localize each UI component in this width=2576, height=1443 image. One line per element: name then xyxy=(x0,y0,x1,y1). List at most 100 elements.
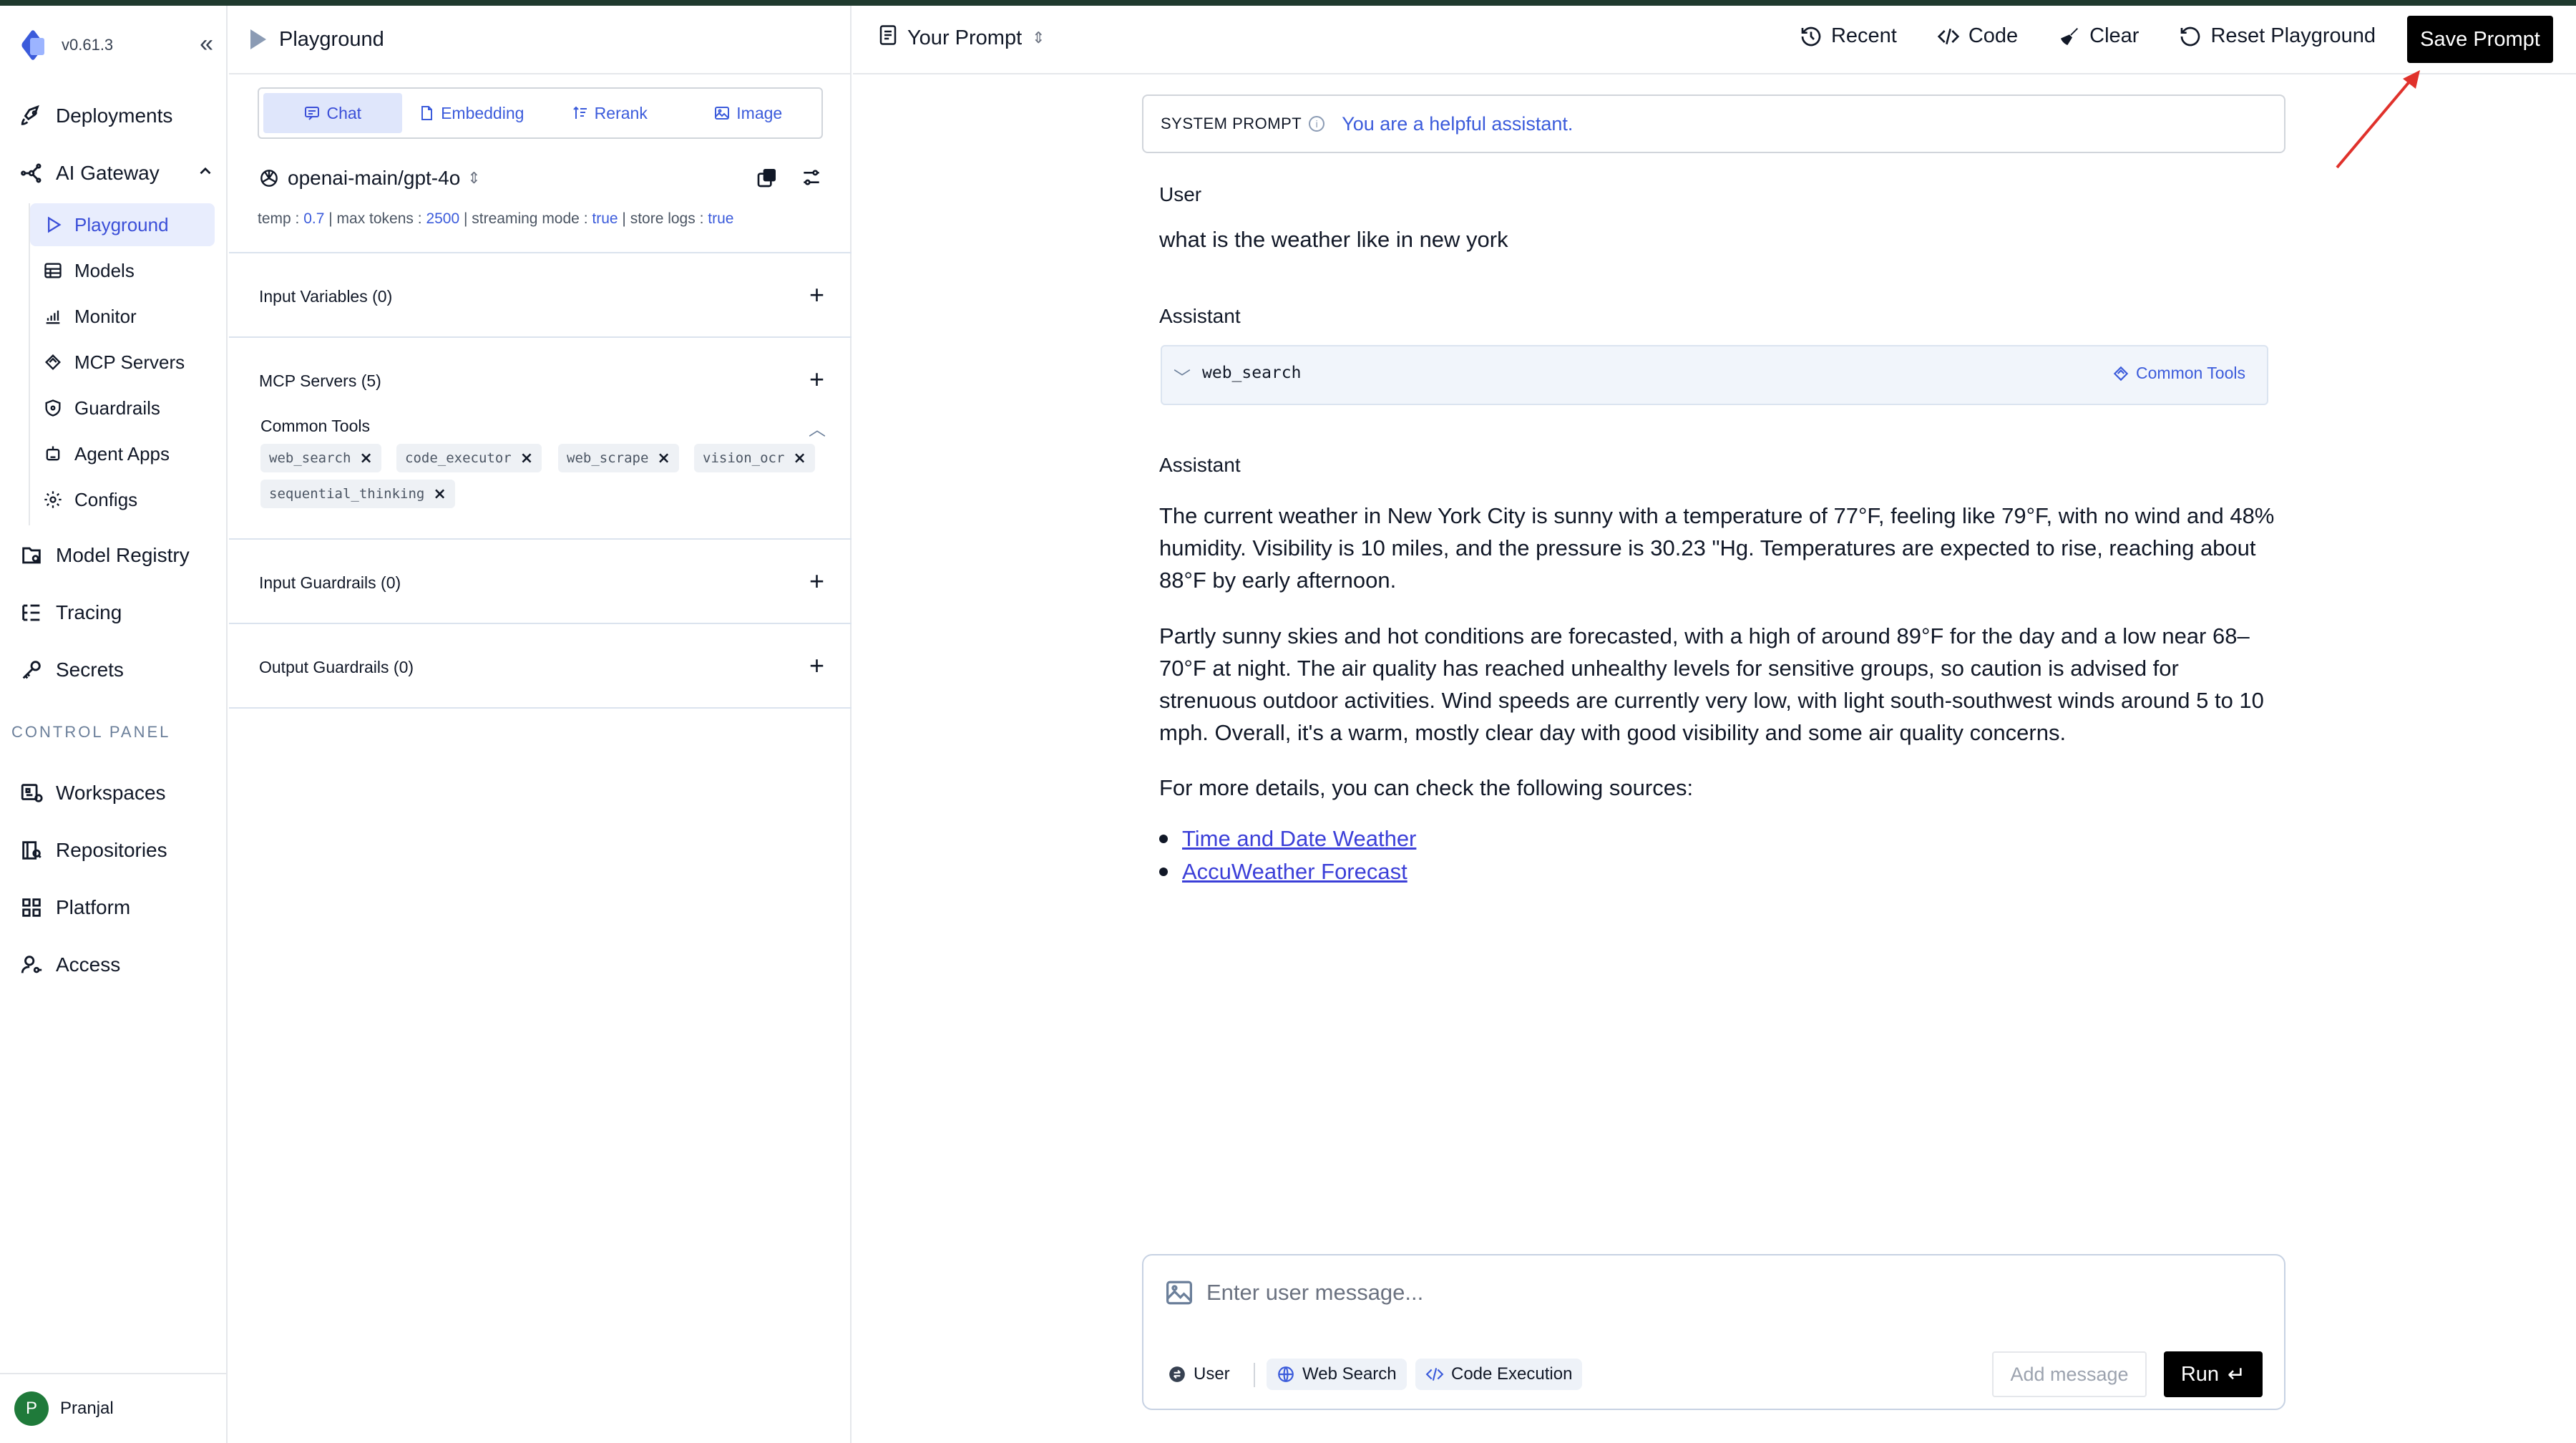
input-variables-section[interactable]: Input Variables (0) + xyxy=(259,282,824,311)
plus-icon[interactable]: + xyxy=(809,568,824,594)
param-value: 2500 xyxy=(426,210,460,227)
broom-icon xyxy=(2061,27,2079,45)
app-version: v0.61.3 xyxy=(62,36,114,54)
sidebar-item-access[interactable]: Access xyxy=(17,943,120,986)
app-logo-icon[interactable] xyxy=(20,29,49,62)
divider xyxy=(229,336,852,338)
image-icon[interactable] xyxy=(1165,1280,1194,1309)
sidebar-item-model-registry[interactable]: Model Registry xyxy=(17,534,190,577)
tool-chip[interactable]: web_scrape × xyxy=(558,444,679,472)
output-guardrails-section[interactable]: Output Guardrails (0) + xyxy=(259,653,824,681)
document-icon xyxy=(879,24,907,52)
tab-label: Image xyxy=(736,103,783,122)
system-prompt[interactable]: SYSTEM PROMPT i You are a helpful assist… xyxy=(1142,94,2285,153)
close-icon[interactable]: × xyxy=(520,450,533,467)
chevron-up-icon[interactable]: ︿ xyxy=(809,415,826,440)
plus-icon[interactable]: + xyxy=(809,282,824,308)
swap-icon xyxy=(1169,1366,1185,1382)
bullet xyxy=(1159,835,1168,843)
plus-icon[interactable]: + xyxy=(809,366,824,392)
save-prompt-button[interactable]: Save Prompt xyxy=(2407,16,2553,63)
chevron-down-icon[interactable]: ﹀ xyxy=(1174,364,1191,389)
input-guardrails-section[interactable]: Input Guardrails (0) + xyxy=(259,568,824,597)
param-value: true xyxy=(592,210,618,227)
sidebar-item-ai-gateway[interactable]: AI Gateway xyxy=(17,152,218,195)
list-item: AccuWeather Forecast xyxy=(1159,859,1407,885)
sidebar-item-mcp-servers[interactable]: MCP Servers xyxy=(30,341,215,384)
tab-chat[interactable]: Chat xyxy=(263,93,402,133)
tool-chip-label: web_search xyxy=(269,450,351,466)
source-link[interactable]: Time and Date Weather xyxy=(1182,826,1416,852)
double-chevron-left-icon[interactable]: « xyxy=(200,31,213,56)
info-icon[interactable]: i xyxy=(1309,116,1325,132)
tool-chip[interactable]: vision_ocr × xyxy=(694,444,815,472)
model-selector[interactable]: openai-main/gpt-4o ⇕ xyxy=(258,160,823,196)
close-icon[interactable]: × xyxy=(433,485,446,503)
sidebar-item-models[interactable]: Models xyxy=(30,249,215,292)
sidebar-item-secrets[interactable]: Secrets xyxy=(17,648,124,691)
code-button[interactable]: Code xyxy=(1937,24,2018,48)
close-icon[interactable]: × xyxy=(793,450,806,467)
plus-icon[interactable]: + xyxy=(809,653,824,679)
sidebar-item-workspaces[interactable]: Workspaces xyxy=(17,772,166,815)
sidebar-item-deployments[interactable]: Deployments xyxy=(17,94,172,137)
tab-embedding[interactable]: Embedding xyxy=(402,93,541,133)
model-params[interactable]: temp : 0.7 | max tokens : 2500 | streami… xyxy=(258,210,733,228)
code-execution-toggle[interactable]: Code Execution xyxy=(1415,1359,1583,1390)
mcp-servers-section[interactable]: MCP Servers (5) + xyxy=(259,366,824,395)
user-profile[interactable]: P Pranjal xyxy=(0,1373,228,1443)
add-message-button[interactable]: Add message xyxy=(1992,1351,2147,1397)
mcp-icon xyxy=(42,351,64,374)
sidebar-item-configs[interactable]: Configs xyxy=(30,478,215,521)
param-value: 0.7 xyxy=(303,210,325,227)
tab-rerank[interactable]: Rerank xyxy=(540,93,679,133)
sidebar-item-label: Deployments xyxy=(56,105,173,127)
prompt-selector[interactable]: Your Prompt ⇕ xyxy=(879,24,1045,52)
sidebar-item-label: Monitor xyxy=(74,305,137,327)
divider xyxy=(229,623,852,624)
tool-chip[interactable]: web_search × xyxy=(260,444,381,472)
code-label: Code xyxy=(1968,24,2019,47)
prompt-selector-label: Your Prompt xyxy=(907,26,1023,49)
clear-button[interactable]: Clear xyxy=(2058,24,2139,48)
source-link[interactable]: AccuWeather Forecast xyxy=(1182,859,1407,885)
close-icon[interactable]: × xyxy=(359,450,372,467)
playground-config-panel: Playground Chat Embedding Rerank Image o… xyxy=(229,6,852,1443)
tool-call-block[interactable]: ﹀ web_search Common Tools xyxy=(1161,345,2268,405)
sidebar-item-label: AI Gateway xyxy=(56,162,160,184)
sidebar-item-label: Configs xyxy=(74,488,138,510)
web-search-label: Web Search xyxy=(1302,1364,1397,1384)
param-key: temp xyxy=(258,210,291,227)
tab-image[interactable]: Image xyxy=(679,93,818,133)
chat-icon xyxy=(303,105,321,122)
settings-sliders-icon[interactable] xyxy=(800,166,823,194)
recent-button[interactable]: Recent xyxy=(1800,24,1897,48)
reset-playground-button[interactable]: Reset Playground xyxy=(2179,24,2376,48)
sidebar-item-playground[interactable]: Playground xyxy=(30,203,215,246)
annotation-arrow-icon xyxy=(2336,70,2420,169)
sidebar-item-repositories[interactable]: Repositories xyxy=(17,829,167,872)
history-icon xyxy=(1801,26,1821,46)
page-title: Playground xyxy=(279,27,384,51)
tool-chip[interactable]: code_executor × xyxy=(396,444,542,472)
web-search-toggle[interactable]: Web Search xyxy=(1267,1359,1407,1390)
sidebar-item-agent-apps[interactable]: Agent Apps xyxy=(30,432,215,475)
chevron-up-icon[interactable] xyxy=(196,162,215,185)
sidebar-item-label: Model Registry xyxy=(56,544,190,566)
sidebar-item-monitor[interactable]: Monitor xyxy=(30,295,215,338)
mode-tabs: Chat Embedding Rerank Image xyxy=(258,87,823,139)
image-icon xyxy=(713,105,731,122)
sidebar-item-label: Workspaces xyxy=(56,782,166,804)
tool-chip[interactable]: sequential_thinking × xyxy=(260,480,455,508)
tools-group-header[interactable]: Common Tools ︿ xyxy=(260,417,826,439)
copy-icon[interactable] xyxy=(756,166,779,194)
assistant-paragraph: Partly sunny skies and hot conditions ar… xyxy=(1159,623,2264,745)
run-button[interactable]: Run ↵ xyxy=(2164,1351,2263,1397)
message-input[interactable]: Enter user message... xyxy=(1206,1280,1423,1306)
sidebar-item-guardrails[interactable]: Guardrails xyxy=(30,387,215,429)
close-icon[interactable]: × xyxy=(657,450,670,467)
role-selector[interactable]: User xyxy=(1158,1359,1240,1390)
sidebar-item-platform[interactable]: Platform xyxy=(17,886,130,929)
registry-icon xyxy=(17,541,46,570)
sidebar-item-tracing[interactable]: Tracing xyxy=(17,591,122,634)
